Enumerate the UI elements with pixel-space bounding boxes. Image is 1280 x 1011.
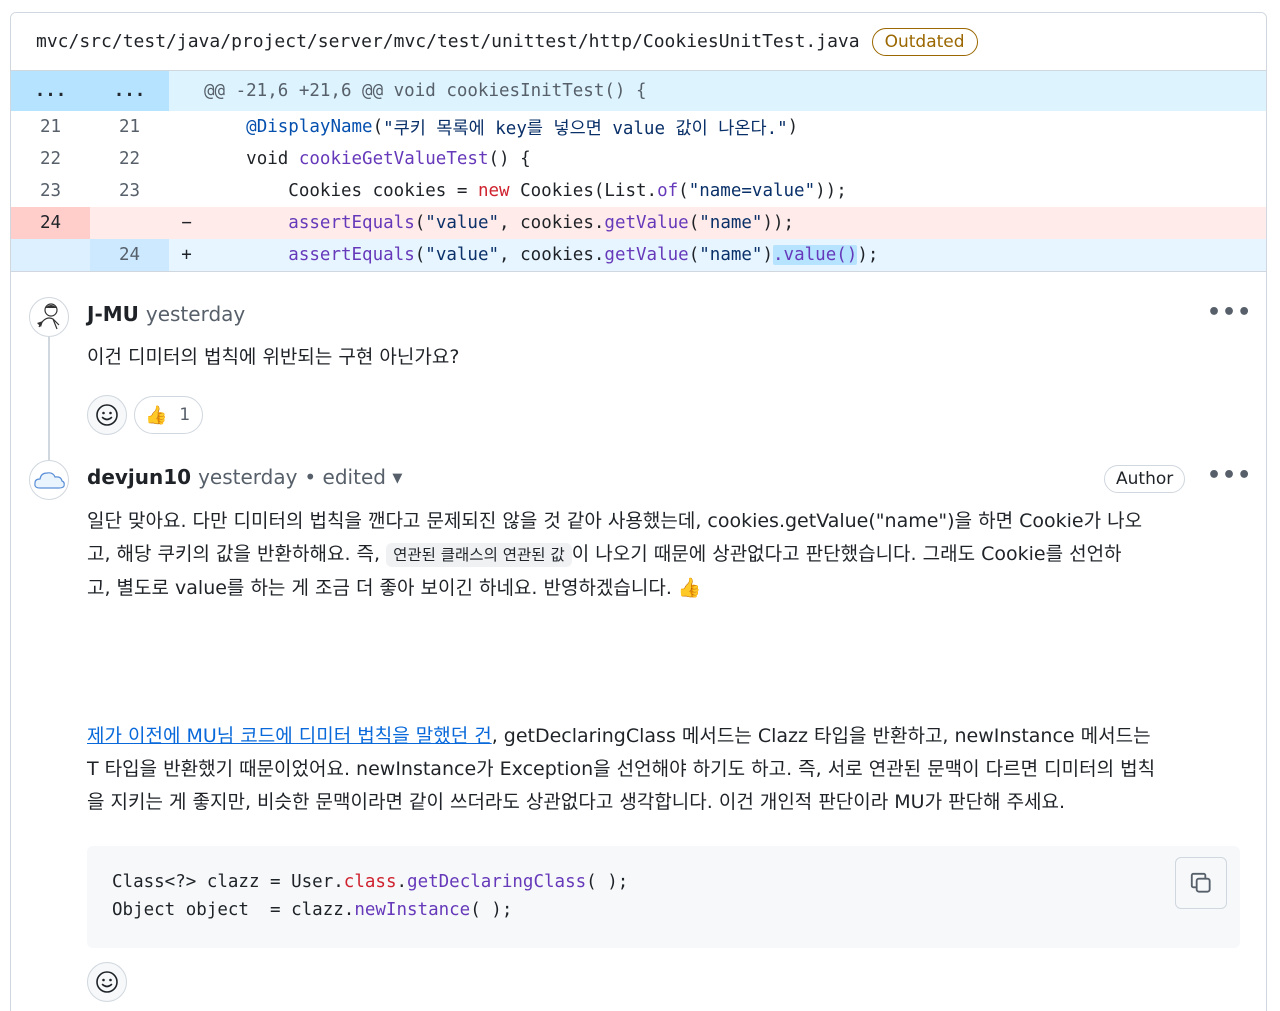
expand-up-button[interactable]: ... — [11, 71, 90, 111]
add-reaction-button[interactable] — [87, 962, 127, 1002]
add-reaction-button[interactable] — [87, 395, 127, 435]
avatar-j-mu[interactable] — [29, 297, 69, 337]
more-options-icon[interactable]: ••• — [1207, 463, 1252, 488]
new-line-number[interactable]: 21 — [90, 111, 169, 143]
hunk-header: ... ... @@ -21,6 +21,6 @@ void cookiesIn… — [11, 71, 1266, 111]
caret-down-icon: ▼ — [392, 471, 403, 486]
author-badge: Author — [1104, 465, 1186, 493]
edited-dropdown[interactable]: • edited ▼ — [304, 465, 402, 489]
code-line: Cookies cookies = new Cookies(List. of("n… — [288, 181, 847, 201]
avatar-devjun10[interactable] — [29, 460, 69, 500]
expand-down-button[interactable]: ... — [90, 71, 169, 111]
old-line-number[interactable]: 22 — [11, 143, 90, 175]
diff-line-added: 24 + assertEquals("value", cookies. getVa… — [11, 239, 1266, 271]
code-block: Class<?> clazz = User.class.getDeclaring… — [87, 846, 1240, 948]
deletion-marker: − — [181, 213, 192, 233]
diff-line: 21 21 @DisplayName("쿠키 목록에 key를 넣으면 valu… — [11, 111, 1266, 143]
changed-text-highlight: .value() — [773, 245, 858, 265]
hunk-text: @@ -21,6 +21,6 @@ void cookiesInitTest()… — [204, 81, 647, 101]
code-line: @DisplayName("쿠키 목록에 key를 넣으면 value 값이 나… — [246, 117, 799, 139]
diff-line: 23 23 Cookies cookies = new Cookies(List… — [11, 175, 1266, 207]
avatar-illustration-icon — [37, 303, 60, 330]
more-options-icon[interactable]: ••• — [1207, 300, 1252, 325]
previous-comment-link[interactable]: 제가 이전에 MU님 코드에 디미터 법칙을 말했던 건 — [87, 725, 492, 747]
cloud-avatar-icon — [34, 472, 65, 489]
diff-table: ... ... @@ -21,6 +21,6 @@ void cookiesIn… — [11, 71, 1266, 272]
comment-body: 이건 디미터의 법칙에 위반되는 구현 아닌가요? — [87, 346, 460, 368]
comment-time[interactable]: yesterday — [146, 302, 245, 326]
file-path[interactable]: mvc/src/test/java/project/server/mvc/tes… — [36, 31, 860, 52]
comment-author-line: devjun10 yesterday • edited ▼ — [87, 465, 402, 489]
code-line: void cookieGetValueTest() { — [246, 149, 531, 169]
inline-code: 연관된 클래스의 연관된 값 — [386, 543, 572, 567]
thumbs-up-reaction-button[interactable]: 👍 1 — [134, 396, 204, 434]
author-name[interactable]: devjun10 — [87, 465, 191, 489]
diff-line-deleted: 24 − assertEquals("value", cookies. getVa… — [11, 207, 1266, 239]
file-header: mvc/src/test/java/project/server/mvc/tes… — [11, 13, 1266, 71]
old-line-number[interactable]: 23 — [11, 175, 90, 207]
thumbs-up-icon: 👍 — [145, 404, 168, 426]
old-line-number — [11, 239, 90, 271]
thread-connector — [48, 336, 50, 460]
copy-code-button[interactable] — [1175, 857, 1227, 909]
new-line-number — [90, 207, 169, 239]
diff-line: 22 22 void cookieGetValueTest() { — [11, 143, 1266, 175]
author-name[interactable]: J-MU — [87, 302, 139, 326]
code-line: assertEquals("value", cookies. getValue("… — [288, 213, 795, 233]
comment-body-paragraph-2: 제가 이전에 MU님 코드에 디미터 법칙을 말했던 건, getDeclari… — [87, 725, 1156, 813]
addition-marker: + — [181, 245, 192, 265]
comment-author-line: J-MU yesterday — [87, 302, 245, 326]
code-line: assertEquals("value", cookies. getValue("… — [288, 245, 879, 265]
old-line-number[interactable]: 21 — [11, 111, 90, 143]
new-line-number[interactable]: 23 — [90, 175, 169, 207]
smiley-icon — [96, 404, 118, 426]
comment-time[interactable]: yesterday — [198, 465, 297, 489]
comment-body-paragraph-1: 일단 맞아요. 다만 디미터의 법칙을 깬다고 문제되진 않을 것 같아 사용했… — [87, 510, 1143, 599]
reaction-count: 1 — [179, 405, 191, 425]
old-line-number[interactable]: 24 — [11, 207, 90, 239]
outdated-badge: Outdated — [871, 27, 978, 56]
new-line-number[interactable]: 22 — [90, 143, 169, 175]
smiley-icon — [96, 971, 118, 993]
new-line-number[interactable]: 24 — [90, 239, 169, 271]
copy-icon — [1190, 872, 1211, 893]
